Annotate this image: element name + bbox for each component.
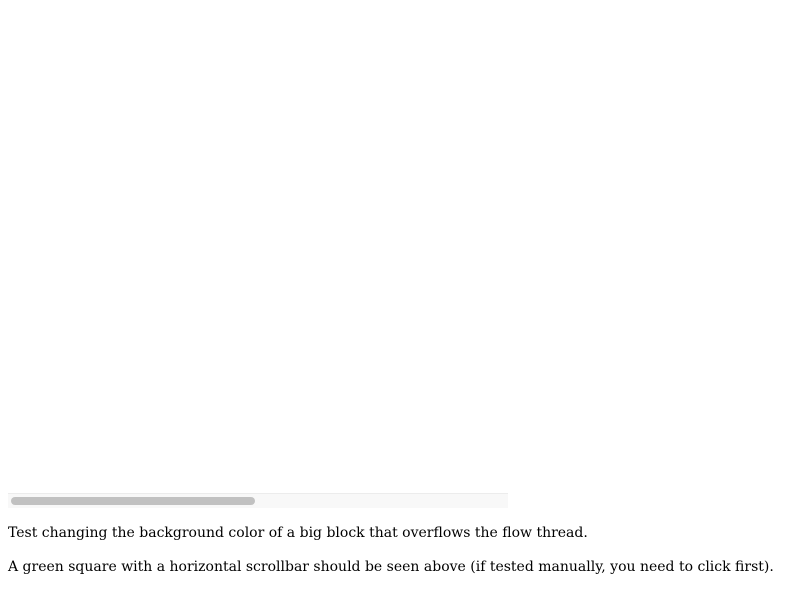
test-expectation-text: A green square with a horizontal scrollb…	[8, 559, 774, 575]
page: Test changing the background color of a …	[0, 0, 800, 600]
horizontal-scrollbar[interactable]	[8, 493, 508, 508]
test-description-text: Test changing the background color of a …	[8, 525, 588, 541]
scrollbar-thumb[interactable]	[11, 497, 255, 505]
flow-thread-area[interactable]	[8, 8, 508, 493]
